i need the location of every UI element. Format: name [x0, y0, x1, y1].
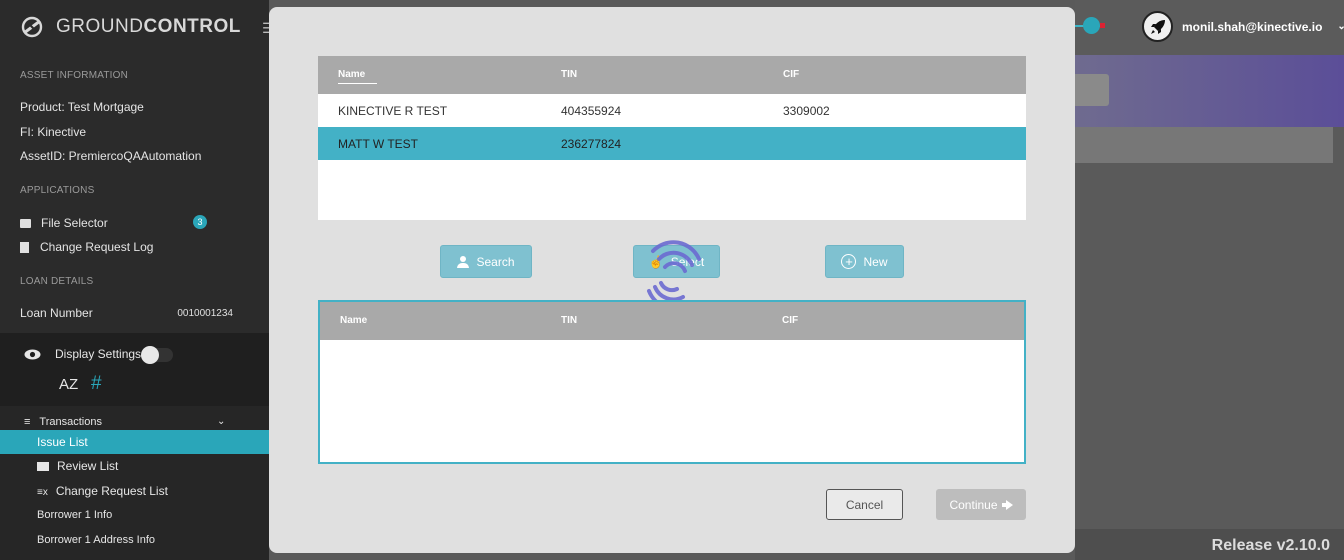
loan-number-value: 0010001234: [177, 308, 233, 319]
user-menu[interactable]: monil.shah@kinective.io ⌄: [1142, 11, 1344, 42]
cell-name: MATT W TEST: [338, 137, 418, 151]
hero-banner: [1075, 55, 1344, 127]
file-selector-label: File Selector: [41, 216, 108, 230]
plus-circle-icon: +: [841, 254, 857, 269]
selected-borrowers-table: Name TIN CIF: [318, 300, 1026, 464]
display-settings-panel: Display Settings AZ #: [0, 333, 269, 406]
sort-alpha-icon[interactable]: AZ: [59, 376, 78, 393]
asset-info-heading: ASSET INFORMATION: [20, 70, 129, 81]
table-row-selected[interactable]: MATT W TEST 236277824: [318, 127, 1026, 160]
cell-tin: 236277824: [561, 137, 622, 151]
loan-number-label: Loan Number: [20, 306, 93, 320]
column-header-name[interactable]: Name: [340, 315, 367, 326]
continue-button[interactable]: Continue: [936, 489, 1026, 520]
transactions-panel: ≡ Transactions ⌄ Issue List Review List …: [0, 406, 269, 560]
display-settings-toggle[interactable]: [141, 346, 173, 364]
release-version: Release v2.10.0: [1211, 537, 1330, 554]
cancel-button[interactable]: Cancel: [826, 489, 903, 520]
column-header-cif[interactable]: CIF: [783, 69, 799, 80]
applications-heading: APPLICATIONS: [20, 185, 95, 196]
loading-spinner-icon: [647, 240, 701, 310]
column-header-tin[interactable]: TIN: [561, 69, 577, 80]
review-list-label: Review List: [57, 459, 119, 473]
column-header-cif[interactable]: CIF: [782, 315, 798, 326]
clipboard-icon: [20, 242, 29, 254]
borrower-search-modal: Name TIN CIF KINECTIVE R TEST 404355924 …: [269, 7, 1075, 553]
status-marker: [1100, 23, 1105, 28]
continue-button-label: Continue: [949, 497, 998, 512]
results-table-header: Name TIN CIF: [318, 56, 1026, 94]
results-table: Name TIN CIF KINECTIVE R TEST 404355924 …: [318, 56, 1026, 220]
folder-icon: [20, 219, 31, 229]
search-button-label: Search: [476, 254, 515, 269]
nav-change-request-list[interactable]: ≡x Change Request List: [0, 479, 269, 503]
product-info: Product: Test Mortgage: [20, 100, 144, 114]
banner-button[interactable]: [1075, 74, 1109, 106]
file-selector-badge: 3: [193, 215, 207, 229]
search-button[interactable]: Search: [440, 245, 532, 278]
arrow-right-icon: [1001, 499, 1013, 510]
cell-tin: 404355924: [561, 104, 622, 118]
brand-name: GROUNDCONTROL: [56, 16, 241, 37]
change-request-icon: ≡x: [37, 487, 48, 498]
content-strip: [1075, 127, 1333, 163]
nav-borrower-info[interactable]: Borrower 1 Info: [0, 503, 269, 527]
rocket-icon: [1150, 19, 1165, 34]
change-request-list-label: Change Request List: [55, 484, 168, 498]
eye-icon: [24, 349, 41, 359]
column-header-name[interactable]: Name: [338, 69, 378, 84]
menu-toggle-icon[interactable]: ☰: [262, 20, 269, 34]
app-logo[interactable]: GROUNDCONTROL: [20, 12, 241, 42]
display-settings-label: Display Settings: [55, 347, 142, 361]
fi-info: FI: Kinective: [20, 125, 87, 139]
toggle-knob: [141, 346, 159, 364]
display-settings-row: Display Settings: [24, 347, 141, 361]
new-button[interactable]: + New: [825, 245, 904, 278]
change-request-log-label: Change Request Log: [40, 240, 154, 254]
nav-review-list[interactable]: Review List: [0, 454, 269, 478]
sidebar: GROUNDCONTROL ☰ ASSET INFORMATION Produc…: [0, 0, 269, 560]
hash-icon[interactable]: #: [91, 373, 102, 395]
status-dot: [1083, 17, 1100, 34]
user-email: monil.shah@kinective.io: [1182, 19, 1323, 34]
review-icon: [37, 462, 49, 472]
groundcontrol-logo-icon: [21, 16, 43, 38]
selected-table-header: Name TIN CIF: [320, 302, 1024, 340]
column-header-tin[interactable]: TIN: [561, 315, 577, 326]
transactions-header[interactable]: ≡ Transactions: [24, 416, 102, 428]
asset-id-info: AssetID: PremiercoQAAutomation: [20, 149, 202, 163]
new-button-label: New: [863, 254, 888, 269]
chevron-down-icon: ⌄: [1337, 21, 1344, 32]
cell-name: KINECTIVE R TEST: [338, 104, 448, 118]
loan-details-heading: LOAN DETAILS: [20, 276, 94, 287]
person-icon: [457, 255, 470, 268]
list-icon: ≡: [24, 416, 31, 428]
nav-issue-list[interactable]: Issue List: [0, 430, 269, 454]
avatar: [1142, 11, 1173, 42]
nav-borrower-address-info[interactable]: Borrower 1 Address Info: [0, 528, 269, 552]
table-row[interactable]: KINECTIVE R TEST 404355924 3309002: [318, 94, 1026, 127]
cell-cif: 3309002: [783, 104, 830, 118]
file-selector-link[interactable]: File Selector: [20, 216, 108, 230]
transactions-label: Transactions: [39, 416, 102, 428]
chevron-down-icon[interactable]: ⌄: [217, 416, 225, 427]
change-request-log-link[interactable]: Change Request Log: [20, 240, 153, 254]
